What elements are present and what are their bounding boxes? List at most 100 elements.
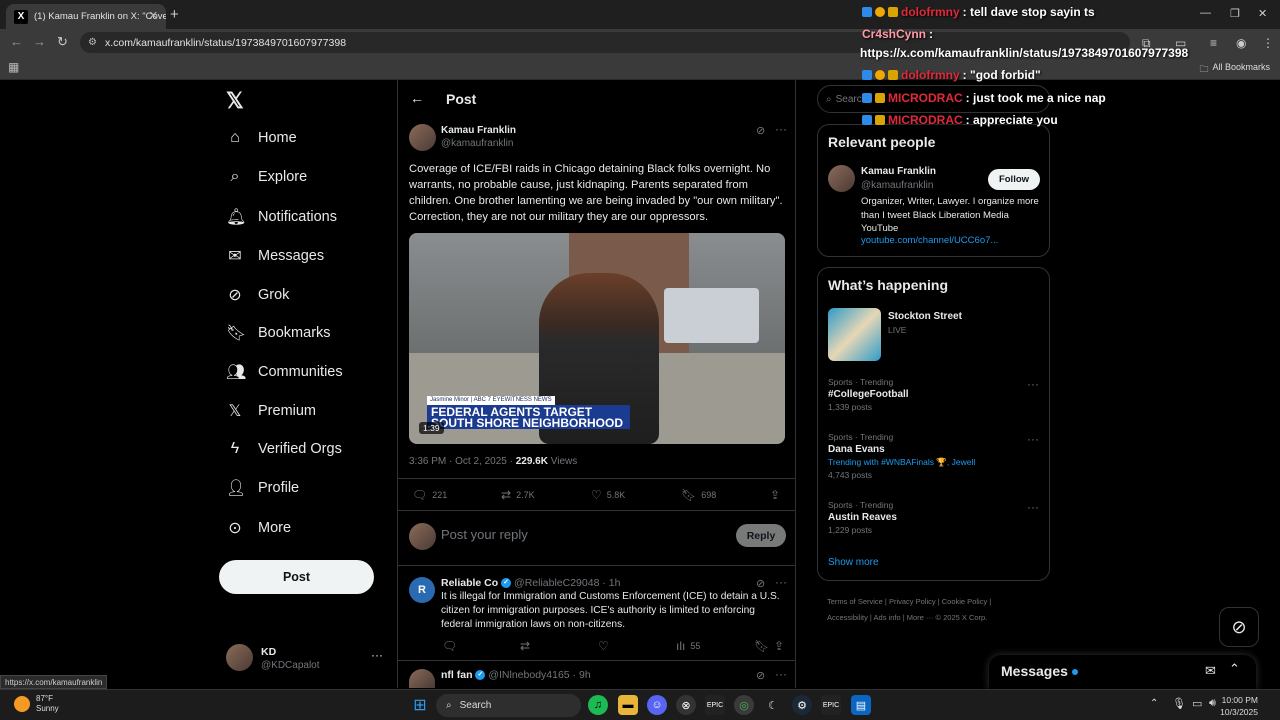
spotify-icon[interactable]: ♫ — [588, 695, 608, 715]
author-name[interactable]: Kamau Franklin — [441, 125, 516, 136]
new-message-icon[interactable]: ✉ — [1205, 663, 1216, 679]
chat-user[interactable]: MICRODRAC — [888, 113, 963, 127]
chat-user[interactable]: dolofrmny — [901, 5, 960, 19]
reply-avatar[interactable]: R — [409, 577, 435, 603]
sidebar-item-communities[interactable]: 👥︎ Communities — [226, 362, 343, 382]
apps-grid-icon[interactable]: ▦ — [8, 60, 19, 74]
author-avatar[interactable] — [409, 124, 436, 151]
grok-explain-icon[interactable]: ⊘ — [756, 669, 765, 682]
post-more-icon[interactable]: ··· — [775, 122, 787, 136]
chat-link[interactable]: https://x.com/kamaufranklin/status/19738… — [860, 46, 1188, 60]
file-explorer-icon[interactable]: ▬ — [618, 695, 638, 715]
post-button[interactable]: Post — [219, 560, 374, 594]
taskbar-search[interactable]: ⌕ Search — [436, 694, 581, 717]
sidebar-item-bookmarks[interactable]: 🔖︎ Bookmarks — [226, 323, 331, 343]
sidebar-item-more[interactable]: ⊙ More — [226, 518, 291, 538]
windows-start-icon[interactable]: ⊞ — [410, 695, 430, 715]
sidebar-item-verified-orgs[interactable]: ϟ Verified Orgs — [226, 440, 342, 458]
network-icon[interactable]: ▭ — [1192, 697, 1202, 710]
trend-item[interactable]: Sports · Trending #CollegeFootball 1,339… — [828, 377, 909, 412]
follow-button[interactable]: Follow — [988, 169, 1040, 190]
repost-action[interactable]: ⇄ 2.7K — [501, 488, 535, 502]
app-icon[interactable]: ☾ — [763, 695, 783, 715]
forward-icon[interactable]: → — [33, 34, 46, 49]
trend-more-icon[interactable]: ··· — [1027, 432, 1039, 446]
reply-input[interactable]: Post your reply — [441, 527, 528, 542]
chat-user[interactable]: Cr4shCynn — [862, 27, 926, 41]
chat-user[interactable]: MICRODRAC — [888, 91, 963, 105]
messages-drawer[interactable]: Messages ✉ ⌃ — [989, 655, 1256, 690]
trend-item[interactable]: Sports · Trending Austin Reaves 1,229 po… — [828, 500, 897, 535]
reply-author[interactable]: nfl fan ✓ @INlnebody4165 · 9h — [441, 669, 591, 681]
chrome-icon[interactable]: ◎ — [734, 695, 754, 715]
volume-icon[interactable]: 🔊︎ — [1209, 697, 1216, 710]
discord-icon[interactable]: ☺ — [647, 695, 667, 715]
reply-like-action[interactable]: ♡ — [598, 639, 609, 653]
site-info-icon[interactable]: ⚙ — [88, 37, 97, 48]
close-window-icon[interactable]: ✕ — [1258, 7, 1267, 20]
account-more-icon[interactable]: ··· — [371, 648, 383, 662]
mic-icon[interactable]: 🎙︎ — [1172, 697, 1186, 710]
sidebar-item-premium[interactable]: 𝕏 Premium — [226, 401, 316, 421]
chat-user[interactable]: dolofrmny — [901, 68, 960, 82]
browser-tab[interactable]: X (1) Kamau Franklin on X: "Cove ✕ — [6, 4, 166, 29]
post-time[interactable]: 3:36 PM · Oct 2, 2025 · — [409, 456, 516, 467]
xbox-icon[interactable]: ⊗ — [676, 695, 696, 715]
person-link[interactable]: youtube.com/channel/UCC6o7... — [861, 235, 998, 246]
footer-line[interactable]: Terms of Service | Privacy Policy | Cook… — [827, 594, 1047, 610]
reply-button[interactable]: Reply — [736, 524, 786, 547]
trend-more-icon[interactable]: ··· — [1027, 500, 1039, 514]
back-arrow-icon[interactable]: ← — [410, 90, 424, 106]
live-event-name[interactable]: Stockton Street — [888, 311, 962, 322]
browser-menu-icon[interactable]: ⋮ — [1262, 36, 1274, 50]
reply-bookmark-action[interactable]: 🔖︎ — [754, 639, 769, 653]
reply-avatar[interactable] — [409, 669, 435, 688]
sidebar-item-messages[interactable]: ✉ Messages — [226, 246, 324, 266]
reply-more-icon[interactable]: ··· — [775, 667, 787, 681]
live-event-thumbnail[interactable] — [828, 308, 881, 361]
trend-more-icon[interactable]: ··· — [1027, 377, 1039, 391]
epic-games-icon[interactable]: EPIC — [821, 695, 841, 715]
reading-list-icon[interactable]: ≡ — [1210, 36, 1217, 50]
tab-close-icon[interactable]: ✕ — [149, 9, 158, 22]
person-handle[interactable]: @kamaufranklin — [861, 180, 933, 191]
sidebar-item-notifications[interactable]: 🔔︎ Notifications — [226, 207, 337, 227]
new-tab-icon[interactable]: + — [170, 6, 179, 23]
back-icon[interactable]: ← — [10, 34, 23, 49]
trend-item[interactable]: Sports · Trending Dana Evans Trending wi… — [828, 432, 975, 480]
steam-icon[interactable]: ⚙ — [792, 695, 812, 715]
video-player[interactable]: Jasmine Minor | ABC 7 EYEWITNESS NEWS FE… — [409, 233, 785, 444]
sidebar-item-grok[interactable]: ⊘ Grok — [226, 285, 289, 305]
reply-more-icon[interactable]: ··· — [775, 575, 787, 589]
all-bookmarks-button[interactable]: 🗀 All Bookmarks — [1199, 62, 1270, 78]
share-action[interactable]: ⇪ — [770, 488, 780, 502]
epic-games-icon[interactable]: EPIC — [705, 695, 725, 715]
person-name[interactable]: Kamau Franklin — [861, 166, 936, 177]
like-action[interactable]: ♡ 5.8K — [591, 488, 625, 502]
reply-views[interactable]: ılı 55 — [676, 639, 700, 653]
grok-explain-icon[interactable]: ⊘ — [756, 577, 765, 590]
person-avatar[interactable] — [828, 165, 855, 192]
sidebar-item-profile[interactable]: 👤︎ Profile — [226, 478, 299, 498]
tray-overflow-icon[interactable]: ⌃ — [1150, 698, 1158, 709]
reply-repost-action[interactable]: ⇄ — [520, 639, 530, 653]
maximize-icon[interactable]: ❐ — [1230, 7, 1240, 20]
minimize-icon[interactable]: — — [1200, 7, 1211, 19]
expand-icon[interactable]: ⌃ — [1229, 661, 1240, 677]
x-logo-icon[interactable]: 𝕏 — [226, 88, 244, 114]
app-window-icon[interactable]: ▤ — [851, 695, 871, 715]
clock[interactable]: 10:00 PM 10/3/2025 — [1220, 694, 1258, 718]
reply-author[interactable]: Reliable Co ✓ @ReliableC29048 · 1h — [441, 577, 620, 589]
reload-icon[interactable]: ↻ — [57, 34, 68, 50]
author-handle[interactable]: @kamaufranklin — [441, 138, 513, 149]
show-more-link[interactable]: Show more — [828, 557, 879, 568]
reply-action[interactable]: 🗨︎ 221 — [412, 488, 447, 502]
sidebar-item-explore[interactable]: ⌕ Explore — [226, 168, 308, 186]
weather-widget[interactable]: 87°F Sunny — [14, 694, 59, 714]
reply-comment-action[interactable]: 🗨︎ — [442, 639, 457, 653]
grok-float-button[interactable]: ⊘ — [1219, 607, 1259, 647]
grok-explain-icon[interactable]: ⊘ — [756, 124, 765, 137]
sidebar-item-home[interactable]: ⌂ Home — [226, 129, 297, 147]
profile-icon[interactable]: ◉ — [1236, 36, 1246, 50]
bookmark-action[interactable]: 🔖︎ 698 — [681, 488, 716, 502]
